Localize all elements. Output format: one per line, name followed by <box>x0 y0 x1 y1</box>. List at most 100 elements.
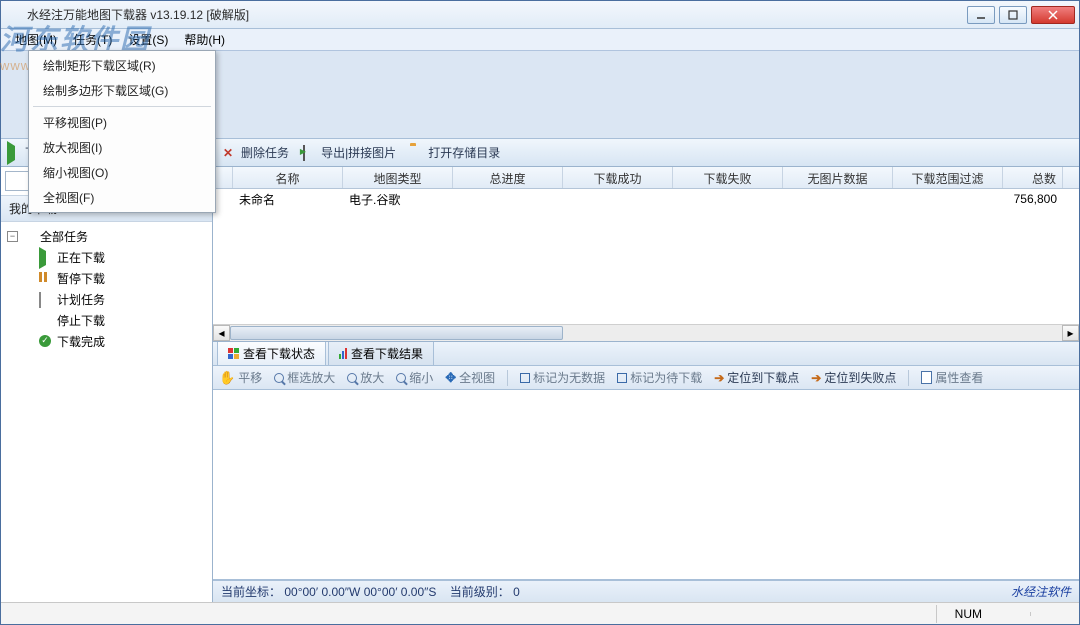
coord-label: 当前坐标： <box>221 585 281 599</box>
pt-zoom-in[interactable]: 放大 <box>347 369 384 386</box>
pt-box-zoom[interactable]: 框选放大 <box>274 369 335 386</box>
level-value: 0 <box>513 585 520 599</box>
menubar: 地图(M) 任务(T) 设置(S) 帮助(H) <box>1 29 1079 51</box>
doc-icon <box>921 371 932 384</box>
brand-text: 水经注软件 <box>1011 583 1071 600</box>
col-total[interactable]: 总数 <box>1003 167 1063 188</box>
tab-result[interactable]: 查看下载结果 <box>328 341 434 365</box>
dd-zoom-in-view[interactable]: 放大视图(I) <box>29 135 215 160</box>
toolbar-export[interactable]: 导出|拼接图片 <box>303 144 396 161</box>
app-statusbar: NUM <box>1 602 1079 624</box>
pt-pending-label: 标记为待下载 <box>630 369 702 386</box>
col-maptype[interactable]: 地图类型 <box>343 167 453 188</box>
toolbar-export-label: 导出|拼接图片 <box>321 144 396 161</box>
sidebar: 搜索 我的下载 − 全部任务 正在下载 暂停下载 计划任务 停止下载 ✓下载完成 <box>1 167 213 602</box>
tab-status-label: 查看下载状态 <box>243 345 315 362</box>
toolbar-delete-task[interactable]: ✕删除任务 <box>223 144 289 161</box>
grid-header: 名称 地图类型 总进度 下载成功 下载失败 无图片数据 下载范围过滤 总数 <box>213 167 1079 189</box>
tree-node-stopped[interactable]: 停止下载 <box>7 310 206 331</box>
menu-map[interactable]: 地图(M) <box>7 29 65 50</box>
pt-nodata-label: 标记为无数据 <box>533 369 605 386</box>
scroll-thumb[interactable] <box>230 326 563 340</box>
col-success[interactable]: 下载成功 <box>563 167 673 188</box>
tree-root-label: 全部任务 <box>40 228 88 245</box>
dd-pan-view[interactable]: 平移视图(P) <box>29 110 215 135</box>
zoom-out-icon <box>396 373 406 383</box>
toolbar-separator <box>908 370 909 386</box>
tree-label-scheduled: 计划任务 <box>57 291 105 308</box>
preview-toolbar: ✋平移 框选放大 放大 缩小 ✥全视图 标记为无数据 标记为待下载 ➔定位到下载… <box>213 366 1079 390</box>
window-controls <box>967 6 1075 24</box>
map-menu-dropdown: 绘制矩形下载区域(R) 绘制多边形下载区域(G) 平移视图(P) 放大视图(I)… <box>28 50 216 213</box>
menu-task[interactable]: 任务(T) <box>65 29 120 50</box>
grid-body: 未命名 电子.谷歌 756,800 ◂ ▸ <box>213 189 1079 342</box>
cell-noimg <box>783 197 893 201</box>
dd-draw-polygon[interactable]: 绘制多边形下载区域(G) <box>29 78 215 103</box>
pt-mark-pending[interactable]: 标记为待下载 <box>617 369 702 386</box>
tree-node-completed[interactable]: ✓下载完成 <box>7 331 206 352</box>
dd-separator <box>33 106 211 107</box>
zoom-in-icon <box>347 373 357 383</box>
table-row[interactable]: 未命名 电子.谷歌 756,800 <box>213 189 1079 209</box>
dd-draw-rect[interactable]: 绘制矩形下载区域(R) <box>29 53 215 78</box>
cell-name: 未命名 <box>233 189 343 210</box>
scroll-left-icon[interactable]: ◂ <box>213 325 230 341</box>
tab-status[interactable]: 查看下载状态 <box>217 341 326 365</box>
coord-readout: 当前坐标： 00°00′ 0.00″W 00°00′ 0.00″S 当前级别： … <box>221 583 1011 600</box>
tree-node-paused[interactable]: 暂停下载 <box>7 268 206 289</box>
status-num: NUM <box>936 605 1000 623</box>
pt-locate-download[interactable]: ➔定位到下载点 <box>714 369 799 386</box>
col-name[interactable]: 名称 <box>233 167 343 188</box>
hand-icon: ✋ <box>219 370 235 386</box>
toolbar-open-folder[interactable]: 打开存储目录 <box>410 144 500 161</box>
arrow-icon: ➔ <box>811 371 821 385</box>
scroll-right-icon[interactable]: ▸ <box>1062 325 1079 341</box>
pt-full-label: 全视图 <box>459 369 495 386</box>
col-fail[interactable]: 下载失败 <box>673 167 783 188</box>
task-tree: − 全部任务 正在下载 暂停下载 计划任务 停止下载 ✓下载完成 <box>1 222 212 356</box>
preview-canvas[interactable] <box>213 390 1079 580</box>
tree-node-downloading[interactable]: 正在下载 <box>7 247 206 268</box>
pt-properties[interactable]: 属性查看 <box>921 369 983 386</box>
square-icon <box>617 373 627 383</box>
dd-full-view[interactable]: 全视图(F) <box>29 185 215 210</box>
pt-pan-label: 平移 <box>238 369 262 386</box>
collapse-icon[interactable]: − <box>7 231 18 242</box>
toolbar-separator <box>507 370 508 386</box>
scroll-track[interactable] <box>230 325 1062 341</box>
pt-zoom-out[interactable]: 缩小 <box>396 369 433 386</box>
toolbar-delete-label: 删除任务 <box>241 144 289 161</box>
cell-maptype: 电子.谷歌 <box>343 189 453 210</box>
close-button[interactable] <box>1031 6 1075 24</box>
arrow-icon: ➔ <box>714 371 724 385</box>
titlebar: 水经注万能地图下载器 v13.19.12 [破解版] <box>1 1 1079 29</box>
coord-value: 00°00′ 0.00″W 00°00′ 0.00″S <box>284 585 436 599</box>
pt-props-label: 属性查看 <box>935 369 983 386</box>
row-icon <box>213 197 233 201</box>
col-filter[interactable]: 下载范围过滤 <box>893 167 1003 188</box>
menu-help[interactable]: 帮助(H) <box>176 29 233 50</box>
cell-total: 756,800 <box>1003 190 1063 208</box>
body-split: 搜索 我的下载 − 全部任务 正在下载 暂停下载 计划任务 停止下载 ✓下载完成 <box>1 167 1079 602</box>
magnify-icon <box>274 373 284 383</box>
window-title: 水经注万能地图下载器 v13.19.12 [破解版] <box>27 6 967 23</box>
pt-full-view[interactable]: ✥全视图 <box>445 369 495 386</box>
col-noimg[interactable]: 无图片数据 <box>783 167 893 188</box>
tree-root-all-tasks[interactable]: − 全部任务 <box>7 226 206 247</box>
col-blank[interactable] <box>213 167 233 188</box>
pt-mark-nodata[interactable]: 标记为无数据 <box>520 369 605 386</box>
minimize-button[interactable] <box>967 6 995 24</box>
tree-node-scheduled[interactable]: 计划任务 <box>7 289 206 310</box>
col-progress[interactable]: 总进度 <box>453 167 563 188</box>
status-empty <box>1030 612 1067 616</box>
pt-pan[interactable]: ✋平移 <box>219 369 262 386</box>
maximize-button[interactable] <box>999 6 1027 24</box>
pt-locatefail-label: 定位到失败点 <box>824 369 896 386</box>
pt-locate-fail[interactable]: ➔定位到失败点 <box>811 369 896 386</box>
bars-icon <box>339 348 347 359</box>
menu-settings[interactable]: 设置(S) <box>120 29 176 50</box>
grid-hscroll[interactable]: ◂ ▸ <box>213 324 1079 341</box>
pt-zoomout-label: 缩小 <box>409 369 433 386</box>
tree-label-paused: 暂停下载 <box>57 270 105 287</box>
dd-zoom-out-view[interactable]: 缩小视图(O) <box>29 160 215 185</box>
